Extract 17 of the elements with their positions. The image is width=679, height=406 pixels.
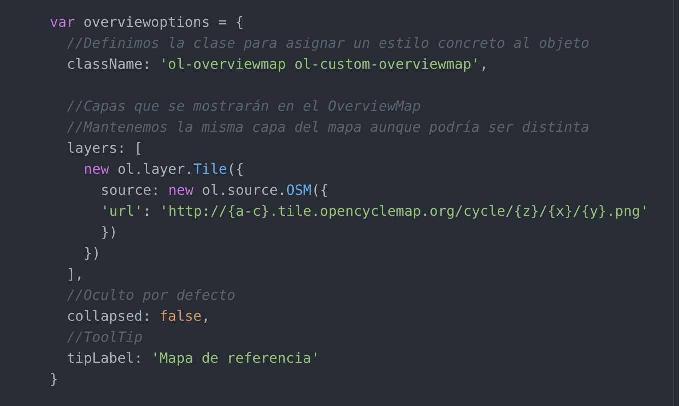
code-line: tipLabel: 'Mapa de referencia' bbox=[67, 351, 320, 367]
code-comment: //Oculto por defecto bbox=[67, 288, 236, 304]
code-comment: //Mantenemos la misma capa del mapa aunque podría ser distinta bbox=[67, 120, 590, 136]
code-line: ], bbox=[67, 267, 84, 283]
code-line: } bbox=[50, 372, 58, 388]
code-line: collapsed: false, bbox=[67, 309, 210, 325]
code-line: layers: [ bbox=[67, 141, 143, 157]
code-line: source: new ol.source.OSM({ bbox=[101, 183, 329, 199]
code-line: }) bbox=[84, 246, 101, 262]
code-comment: //ToolTip bbox=[67, 330, 143, 346]
code-line: className: 'ol-overviewmap ol-custom-overviewmap', bbox=[67, 57, 488, 73]
code-line: var overviewoptions = { bbox=[50, 15, 244, 31]
code-comment: //Capas que se mostrarán en el OverviewMap bbox=[67, 99, 422, 115]
code-line: 'url': 'http://{a-c}.tile.opencyclemap.org/cycle/{z}/{x}/{y}.png' bbox=[101, 204, 649, 220]
code-comment: //Definimos la clase para asignar un estilo concreto al objeto bbox=[67, 36, 590, 52]
code-line: new ol.layer.Tile({ bbox=[84, 162, 244, 178]
code-line: }) bbox=[101, 225, 118, 241]
